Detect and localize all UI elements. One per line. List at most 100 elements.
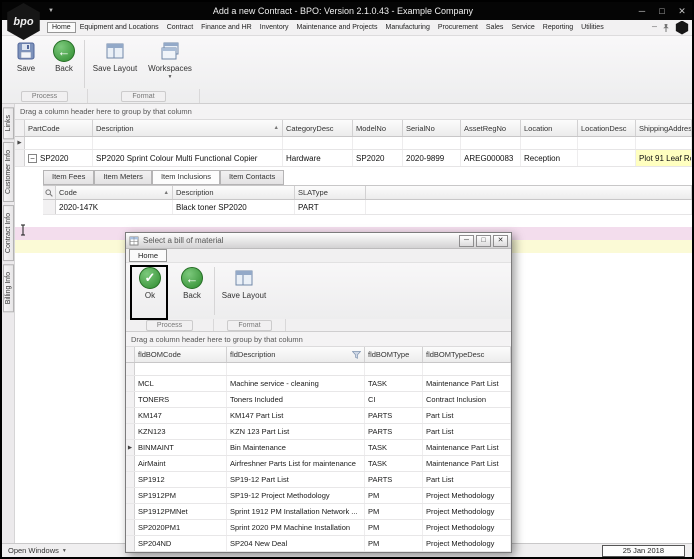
cell-location: Reception — [521, 150, 578, 166]
detail-column-header-code[interactable]: Code ▲ — [56, 186, 173, 199]
menu-tab-equipment-and-locations[interactable]: Equipment and Locations — [76, 23, 163, 32]
bom-row-indicator — [126, 504, 135, 519]
dialog-minimize-button[interactable]: ─ — [459, 235, 474, 247]
bom-row-indicator — [126, 392, 135, 407]
menu-tab-inventory[interactable]: Inventory — [256, 23, 293, 32]
menu-tab-finance-and-hr[interactable]: Finance and HR — [197, 23, 256, 32]
ok-button[interactable]: ✓ Ok — [133, 265, 167, 315]
detail-tab-item-meters[interactable]: Item Meters — [94, 170, 152, 185]
detail-tab-item-fees[interactable]: Item Fees — [43, 170, 94, 185]
column-header-categorydesc[interactable]: CategoryDesc — [283, 120, 353, 136]
bom-row-selected[interactable]: ▶ BINMAINT Bin Maintenance TASK Maintena… — [126, 440, 511, 456]
menu-tab-procurement[interactable]: Procurement — [434, 23, 482, 32]
menu-tab-maintenance-and-projects[interactable]: Maintenance and Projects — [293, 23, 382, 32]
column-header-location[interactable]: Location — [521, 120, 578, 136]
dialog-tab-home[interactable]: Home — [129, 249, 167, 262]
menu-tab-contract[interactable]: Contract — [163, 23, 197, 32]
cell-description: SP2020 Sprint Colour Multi Functional Co… — [93, 150, 283, 166]
bom-row[interactable]: SP204ND SP204 New Deal PM Project Method… — [126, 536, 511, 552]
bom-cell-code: SP204ND — [135, 536, 227, 551]
menu-tab-sales[interactable]: Sales — [482, 23, 508, 32]
sidebar-tab-links[interactable]: Links — [3, 107, 14, 139]
maximize-button[interactable]: □ — [652, 2, 672, 20]
detail-column-code-label: Code — [59, 188, 77, 197]
bom-row-indicator — [126, 376, 135, 391]
sidebar-tab-billing-info[interactable]: Billing Info — [3, 264, 14, 312]
detail-column-header-slatype[interactable]: SLAType — [295, 186, 366, 199]
bom-cell-typedesc: Project Methodology — [423, 488, 511, 503]
bom-row[interactable]: SP2020PM1 Sprint 2020 PM Machine Install… — [126, 520, 511, 536]
ribbon-minimize-icon[interactable]: ─ — [652, 24, 657, 31]
save-button[interactable]: Save — [6, 38, 46, 88]
open-windows-button[interactable]: Open Windows ▼ — [2, 546, 67, 555]
column-header-fldbomcode[interactable]: fldBOMCode — [135, 347, 227, 362]
ribbon: Save ← Back Save Layout — [2, 36, 692, 104]
menu-tab-manufacturing[interactable]: Manufacturing — [381, 23, 433, 32]
bom-cell-type: PARTS — [365, 424, 423, 439]
bom-row[interactable]: KZN123 KZN 123 Part List PARTS Part List — [126, 424, 511, 440]
detail-tab-strip: Item Fees Item Meters Item Inclusions It… — [43, 170, 692, 185]
close-button[interactable]: ✕ — [672, 2, 692, 20]
bom-row-indicator — [126, 456, 135, 471]
search-icon[interactable] — [43, 186, 56, 199]
menu-tab-utilities[interactable]: Utilities — [577, 23, 608, 32]
bom-cell-description: Toners Included — [227, 392, 365, 407]
bom-cell-type: PM — [365, 488, 423, 503]
sort-asc-icon: ▲ — [274, 125, 279, 131]
column-header-assetregno[interactable]: AssetRegNo — [461, 120, 521, 136]
detail-cell-slatype: PART — [295, 200, 366, 214]
bom-row[interactable]: AirMaint Airfreshner Parts List for main… — [126, 456, 511, 472]
save-layout-icon — [105, 38, 125, 64]
bom-row[interactable]: SP1912PM SP19-12 Project Methodology PM … — [126, 488, 511, 504]
detail-column-header-description[interactable]: Description — [173, 186, 295, 199]
dialog-back-icon: ← — [181, 265, 203, 291]
dialog-save-layout-button[interactable]: Save Layout — [219, 265, 269, 315]
workspaces-icon — [160, 38, 180, 64]
equipment-row[interactable]: − SP2020 SP2020 Sprint Colour Multi Func… — [15, 150, 692, 167]
bom-filter-row[interactable] — [126, 363, 511, 376]
detail-sort-asc-icon: ▲ — [164, 190, 169, 196]
menu-tab-home[interactable]: Home — [47, 22, 76, 33]
column-header-locationdesc[interactable]: LocationDesc — [578, 120, 636, 136]
bom-cell-typedesc: Part List — [423, 424, 511, 439]
menu-tab-service[interactable]: Service — [507, 23, 538, 32]
bom-row[interactable]: KM147 KM147 Part List PARTS Part List — [126, 408, 511, 424]
column-header-fldbomtypedesc[interactable]: fldBOMTypeDesc — [423, 347, 511, 362]
workspaces-label: Workspaces — [148, 64, 192, 73]
column-header-partcode[interactable]: PartCode — [25, 120, 93, 136]
menu-tab-reporting[interactable]: Reporting — [539, 23, 577, 32]
workspaces-button[interactable]: Workspaces ▼ — [144, 38, 196, 88]
filter-icon[interactable] — [352, 351, 361, 359]
back-button[interactable]: ← Back — [44, 38, 84, 88]
detail-tab-item-contacts[interactable]: Item Contacts — [220, 170, 284, 185]
bom-row[interactable]: SP1912PMNet Sprint 1912 PM Installation … — [126, 504, 511, 520]
date-field[interactable]: 25 Jan 2018 — [602, 545, 685, 557]
bom-row[interactable]: TONERS Toners Included CI Contract Inclu… — [126, 392, 511, 408]
dialog-back-button[interactable]: ← Back — [172, 265, 212, 315]
bom-cell-typedesc: Maintenance Part List — [423, 376, 511, 391]
dialog-maximize-button[interactable]: □ — [476, 235, 491, 247]
collapse-toggle-icon[interactable]: − — [28, 154, 37, 163]
bom-row[interactable]: MCL Machine service - cleaning TASK Main… — [126, 376, 511, 392]
detail-row[interactable]: 2020-147K Black toner SP2020 PART — [43, 200, 692, 215]
column-header-shippingaddress[interactable]: ShippingAddress — [636, 120, 692, 136]
sidebar-tab-contract-info[interactable]: Contract Info — [3, 205, 14, 261]
cell-locationdesc — [578, 150, 636, 166]
bom-cell-type: PM — [365, 520, 423, 535]
column-header-description[interactable]: Description ▲ — [93, 120, 283, 136]
sidebar-tab-customer-info[interactable]: Customer Info — [3, 142, 14, 202]
save-layout-button[interactable]: Save Layout — [90, 38, 140, 88]
ribbon-corner-tools: ─ — [652, 21, 692, 35]
column-header-fldbomtype[interactable]: fldBOMType — [365, 347, 423, 362]
bom-cell-type: TASK — [365, 456, 423, 471]
column-header-serialno[interactable]: SerialNo — [403, 120, 461, 136]
bom-header-corner — [126, 347, 135, 362]
bom-row[interactable]: SP1912 SP19-12 Part List PARTS Part List — [126, 472, 511, 488]
column-header-modelno[interactable]: ModelNo — [353, 120, 403, 136]
pin-icon[interactable] — [662, 23, 670, 33]
dialog-close-button[interactable]: ✕ — [493, 235, 508, 247]
filter-row[interactable]: ▶ — [15, 137, 692, 150]
detail-tab-item-inclusions[interactable]: Item Inclusions — [152, 170, 220, 185]
column-header-flddescription[interactable]: fldDescription — [227, 347, 365, 362]
minimize-button[interactable]: ─ — [632, 2, 652, 20]
